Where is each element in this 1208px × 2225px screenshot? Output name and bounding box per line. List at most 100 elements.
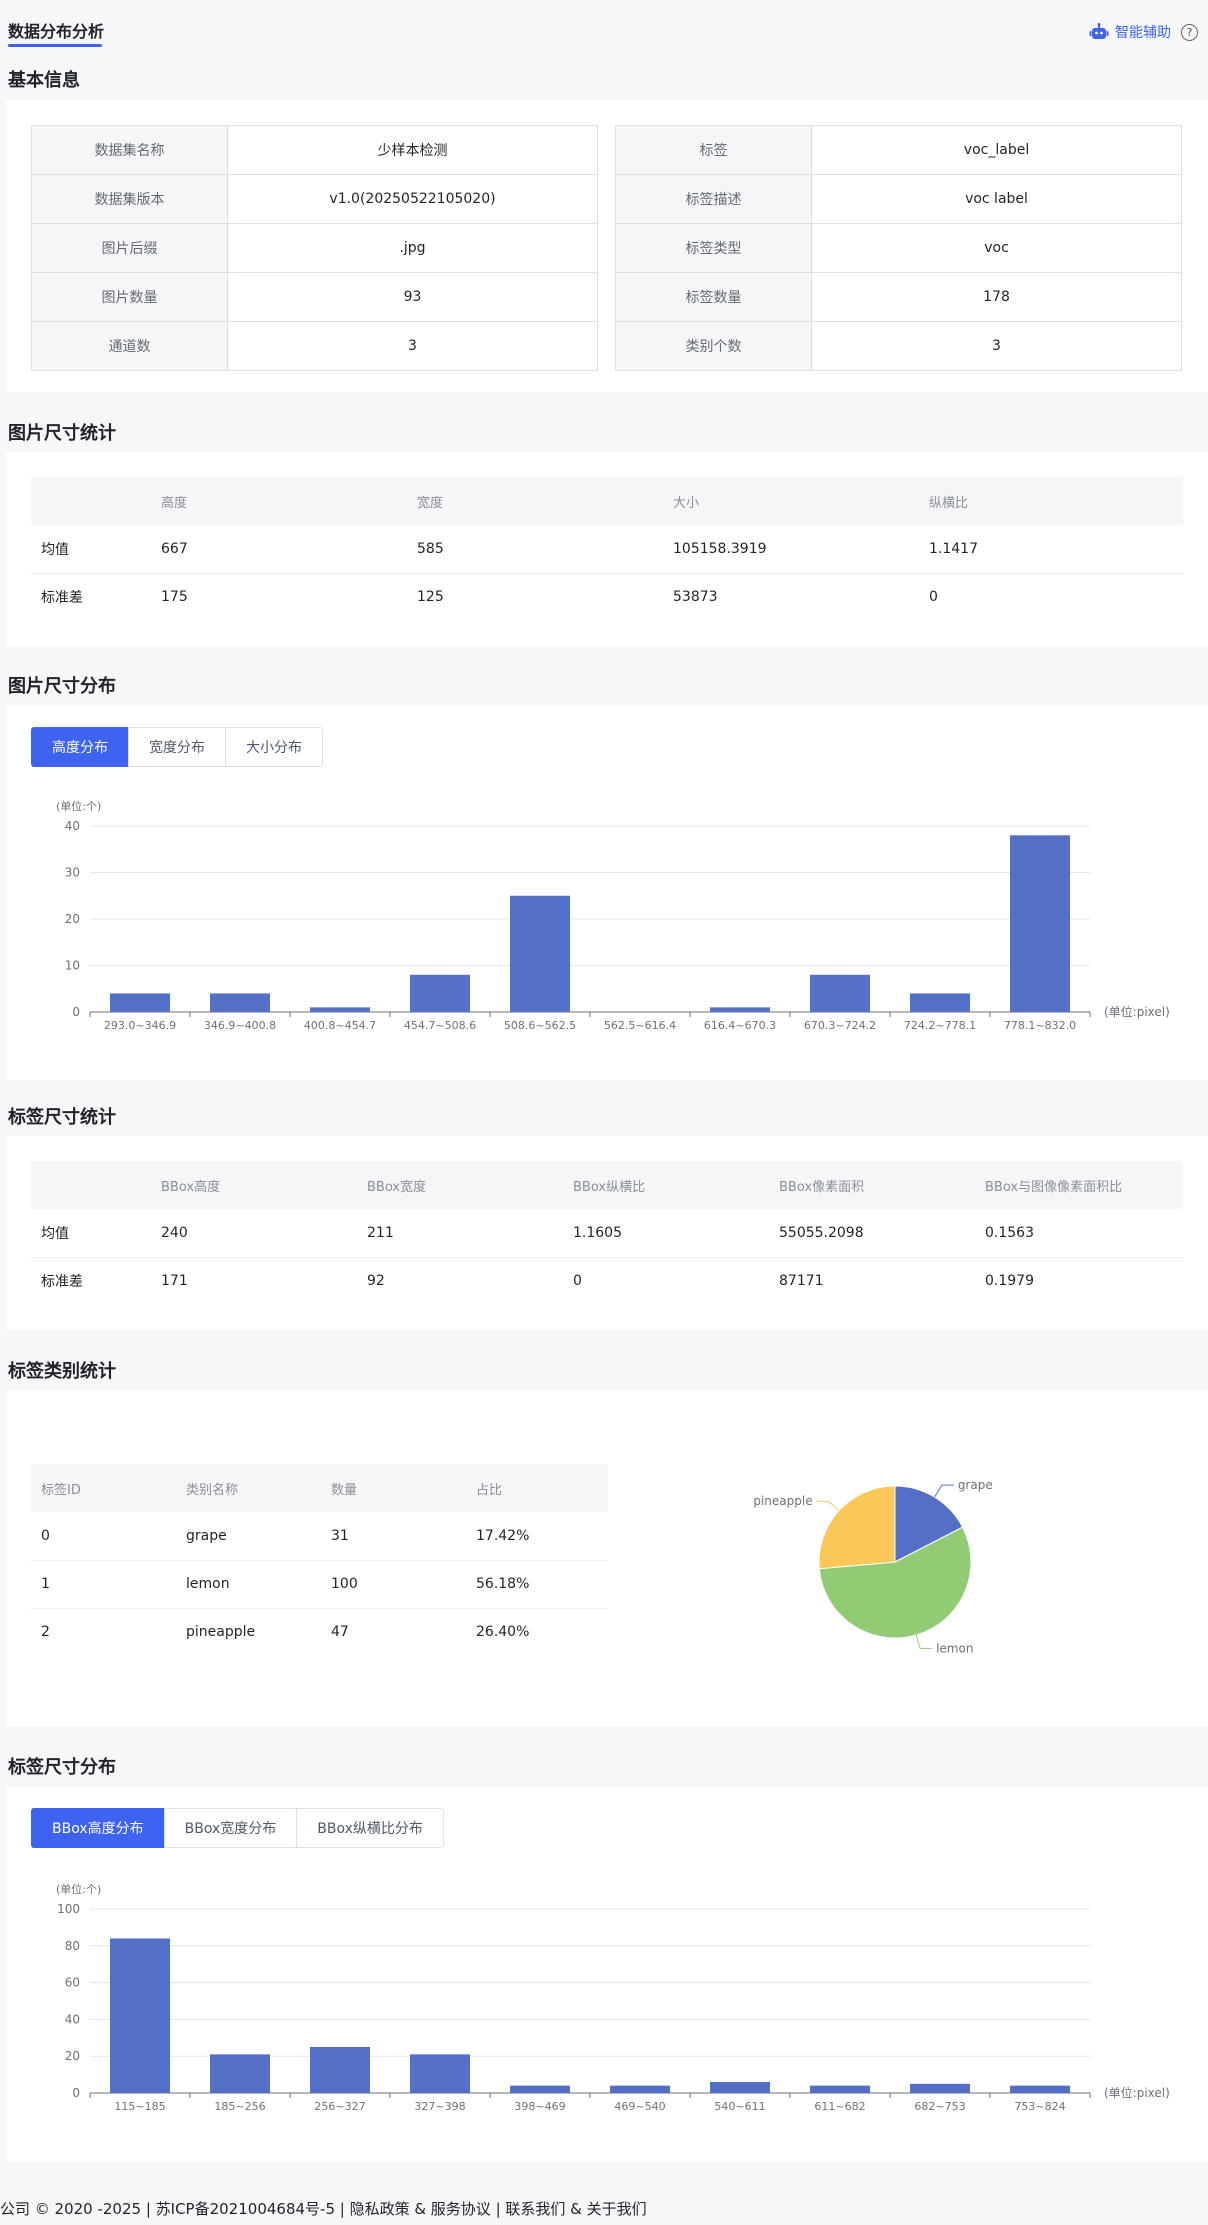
y-tick-label: 10 <box>65 959 80 973</box>
bar[interactable] <box>1010 835 1070 1012</box>
section-title-label-size-distribution: 标签尺寸分布 <box>8 1757 116 1778</box>
x-tick-label: 454.7~508.6 <box>404 1019 476 1032</box>
basic-info-value: 93 <box>227 272 598 322</box>
bbox-height-bar-chart: (单位:个) 0 20 40 60 80 100 115~185 185~256 256~327 3… <box>56 1882 1170 2113</box>
label-size-stats-card: BBox高度 BBox宽度 BBox纵横比 BBox像素面积 BBox与图像像素面积比 … <box>6 1136 1208 1330</box>
x-tick-label: 682~753 <box>914 2100 965 2113</box>
table-header-cell: BBox纵横比 <box>563 1161 769 1209</box>
x-unit-label: (单位:pixel) <box>1104 2085 1170 2100</box>
table-cell: 均值 <box>31 1209 151 1258</box>
section-title-image-size-stats: 图片尺寸统计 <box>8 423 116 444</box>
bar[interactable] <box>610 2085 670 2093</box>
pie-label-line <box>915 1634 933 1649</box>
table-header-cell: 大小 <box>663 477 919 525</box>
pie-label: pineapple <box>753 1494 812 1508</box>
active-tab-indicator <box>8 44 102 47</box>
smart-assist-button[interactable]: 智能辅助 ? <box>1089 22 1198 42</box>
smart-assist-label: 智能辅助 <box>1115 25 1171 41</box>
bar[interactable] <box>310 2047 370 2093</box>
y-tick-label: 40 <box>65 819 80 833</box>
image-size-stats-table: 高度 宽度 大小 纵横比 均值 667 585 105158.3919 1.1417 标准差 17… <box>31 477 1183 621</box>
section-title-basic-info: 基本信息 <box>8 70 80 91</box>
table-row: 标准差 171 92 0 87171 0.1979 <box>31 1257 1183 1305</box>
pie-label: lemon <box>936 1641 973 1655</box>
table-header-cell: BBox宽度 <box>357 1161 563 1209</box>
basic-info-card: 数据集名称 少样本检测 数据集版本 v1.0(20250522105020) 图片后缀.… <box>6 100 1208 392</box>
basic-info-row: 标签数量 178 <box>615 272 1182 322</box>
x-tick-label: 400.8~454.7 <box>304 1019 376 1032</box>
page-tab-data-distribution[interactable]: 数据分布分析 <box>8 18 104 42</box>
table-cell: 55055.2098 <box>769 1209 975 1258</box>
basic-info-left-table: 数据集名称 少样本检测 数据集版本 v1.0(20250522105020) 图片后缀.… <box>31 125 598 371</box>
bar[interactable] <box>710 2081 770 2093</box>
x-tick-label: 562.5~616.4 <box>604 1019 676 1032</box>
y-unit-label: (单位:个) <box>56 799 101 813</box>
bar[interactable] <box>410 2054 470 2093</box>
basic-info-value: v1.0(20250522105020) <box>227 174 598 224</box>
bar[interactable] <box>910 993 970 1012</box>
bar[interactable] <box>310 1007 370 1012</box>
x-tick-label: 508.6~562.5 <box>504 1019 576 1032</box>
table-header-cell: 纵横比 <box>919 477 1183 525</box>
table-cell: 1.1417 <box>919 525 1183 574</box>
x-tick-label: 293.0~346.9 <box>104 1019 176 1032</box>
basic-info-value: .jpg <box>227 223 598 273</box>
y-tick-label: 20 <box>65 2049 80 2063</box>
table-cell: 0 <box>929 589 938 606</box>
x-tick-label: 469~540 <box>614 2100 665 2113</box>
table-cell: 667 <box>151 525 407 574</box>
basic-info-row: 标签描述 voc label <box>615 174 1182 224</box>
bar[interactable] <box>810 2085 870 2093</box>
x-tick-label: 616.4~670.3 <box>704 1019 776 1032</box>
x-tick-label: 778.1~832.0 <box>1004 1019 1076 1032</box>
bar[interactable] <box>510 895 570 1012</box>
table-cell: 53873 <box>673 589 718 606</box>
table-cell: 标准差 <box>41 1274 83 1291</box>
bar[interactable] <box>510 2085 570 2093</box>
bar[interactable] <box>410 974 470 1012</box>
table-header-cell: BBox像素面积 <box>769 1161 975 1209</box>
table-header-cell: 宽度 <box>407 477 663 525</box>
y-tick-label: 80 <box>65 1939 80 1953</box>
basic-info-key: 标签 <box>615 125 812 175</box>
y-tick-label: 60 <box>65 1976 80 1990</box>
bar[interactable] <box>810 974 870 1012</box>
label-size-stats-table: BBox高度 BBox宽度 BBox纵横比 BBox像素面积 BBox与图像像素面积比 … <box>31 1161 1183 1305</box>
bar[interactable] <box>110 1938 170 2093</box>
x-tick-label: 724.2~778.1 <box>904 1019 976 1032</box>
bar[interactable] <box>110 993 170 1012</box>
table-cell: 均值 <box>31 525 151 574</box>
basic-info-row: 类别个数 3 <box>615 321 1182 371</box>
basic-info-key: 数据集版本 <box>31 174 228 224</box>
basic-info-value: 3 <box>811 321 1182 371</box>
basic-info-row: 图片后缀 .jpg <box>31 223 598 273</box>
table-row: 标准差 175 125 53873 0 <box>31 573 1183 621</box>
x-tick-label: 346.9~400.8 <box>204 1019 276 1032</box>
table-cell: 171 <box>161 1273 188 1290</box>
table-cell: 211 <box>357 1209 563 1258</box>
bar[interactable] <box>210 993 270 1012</box>
basic-info-key: 类别个数 <box>615 321 812 371</box>
y-tick-label: 0 <box>72 2086 80 2100</box>
bar[interactable] <box>1010 2085 1070 2093</box>
bar[interactable] <box>210 2054 270 2093</box>
table-row: 均值 240 211 1.1605 55055.2098 0.1563 <box>31 1209 1183 1258</box>
label-category-pie-chart: grape lemon pineapple <box>753 1478 992 1655</box>
image-size-stats-card: 高度 宽度 大小 纵横比 均值 667 585 105158.3919 1.1417 标准差 17… <box>6 452 1208 646</box>
y-unit-label: (单位:个) <box>56 1882 101 1896</box>
x-tick-label: 327~398 <box>414 2100 465 2113</box>
help-icon[interactable]: ? <box>1181 23 1198 41</box>
table-header-cell: 高度 <box>151 477 407 525</box>
bar[interactable] <box>910 2083 970 2093</box>
basic-info-row: 标签 voc_label <box>615 125 1182 175</box>
pie-slice-pineapple[interactable] <box>818 1485 896 1570</box>
basic-info-key: 数据集名称 <box>31 125 228 175</box>
x-tick-label: 398~469 <box>514 2100 565 2113</box>
table-row: 均值 667 585 105158.3919 1.1417 <box>31 525 1183 574</box>
bar[interactable] <box>710 1007 770 1012</box>
image-size-distribution-card: 高度分布 宽度分布 大小分布 (单位:个) 0 10 20 30 40 293.0~346.9 3… <box>6 706 1208 1080</box>
image-height-bar-chart: (单位:个) 0 10 20 30 40 293.0~346.9 346.9~400.8 400… <box>56 799 1170 1032</box>
basic-info-row: 通道数 3 <box>31 321 598 371</box>
table-cell: 585 <box>407 525 663 574</box>
table-cell: 105158.3919 <box>663 525 919 574</box>
